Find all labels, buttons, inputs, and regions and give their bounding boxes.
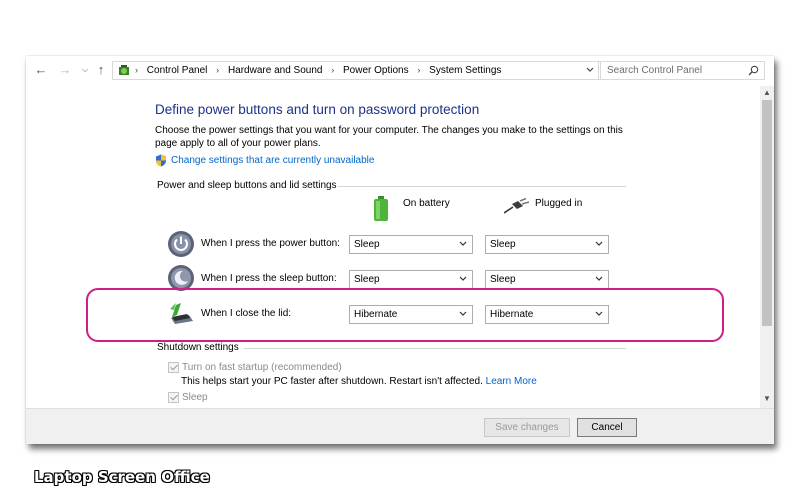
- breadcrumb[interactable]: › Control Panel › Hardware and Sound › P…: [112, 61, 600, 80]
- power-button-on-battery-select[interactable]: Sleep: [349, 235, 473, 254]
- power-button-plugged-in-select[interactable]: Sleep: [485, 235, 609, 254]
- breadcrumb-hardware-and-sound[interactable]: Hardware and Sound: [228, 65, 323, 76]
- breadcrumb-control-panel[interactable]: Control Panel: [147, 65, 208, 76]
- select-value: Sleep: [490, 274, 516, 285]
- chevron-down-icon[interactable]: [585, 65, 595, 75]
- control-panel-window: ← → ⌵ ↑ › Control Panel › Hardware and S…: [26, 56, 774, 444]
- battery-icon: [374, 196, 388, 221]
- save-changes-button[interactable]: Save changes: [484, 418, 570, 437]
- on-battery-header: On battery: [403, 198, 450, 209]
- lid-setting-highlight: [86, 288, 724, 342]
- power-button-label: When I press the power button:: [201, 238, 340, 249]
- change-settings-row: Change settings that are currently unava…: [155, 154, 374, 167]
- address-bar: ← → ⌵ ↑ › Control Panel › Hardware and S…: [26, 56, 774, 86]
- sleep-label: Sleep: [182, 392, 208, 403]
- main-content: Define power buttons and turn on passwor…: [26, 86, 760, 408]
- change-settings-link[interactable]: Change settings that are currently unava…: [171, 155, 374, 166]
- scroll-up-icon[interactable]: ▲: [762, 88, 772, 98]
- page-title: Define power buttons and turn on passwor…: [155, 102, 480, 117]
- fast-startup-label: Turn on fast startup (recommended): [182, 362, 342, 373]
- vertical-scrollbar[interactable]: ▲ ▼: [760, 86, 774, 408]
- select-value: Sleep: [354, 274, 380, 285]
- select-value: Sleep: [354, 239, 380, 250]
- footer-bar: Save changes Cancel: [26, 408, 774, 444]
- up-arrow-icon[interactable]: ↑: [94, 63, 108, 77]
- section-divider: [244, 348, 626, 349]
- section-divider: [338, 186, 626, 187]
- select-value: Sleep: [490, 239, 516, 250]
- power-button-icon: [168, 231, 194, 257]
- breadcrumb-separator-icon: ›: [417, 65, 421, 75]
- breadcrumb-system-settings[interactable]: System Settings: [429, 65, 501, 76]
- back-arrow-icon[interactable]: ←: [34, 63, 48, 77]
- scroll-down-icon[interactable]: ▼: [762, 394, 772, 404]
- forward-arrow-icon[interactable]: →: [58, 63, 72, 77]
- sleep-button-on-battery-select[interactable]: Sleep: [349, 270, 473, 289]
- fast-startup-desc-text: This helps start your PC faster after sh…: [181, 376, 483, 387]
- search-placeholder: Search Control Panel: [607, 65, 703, 76]
- fast-startup-checkbox[interactable]: [168, 362, 179, 373]
- shutdown-section-header: Shutdown settings: [157, 342, 239, 353]
- chevron-down-icon: [595, 276, 603, 281]
- control-panel-icon: [119, 65, 129, 75]
- chevron-down-icon: [595, 241, 603, 246]
- breadcrumb-separator-icon: ›: [216, 65, 220, 75]
- chevron-down-icon: [459, 241, 467, 246]
- scrollbar-thumb[interactable]: [762, 100, 772, 326]
- cancel-button[interactable]: Cancel: [577, 418, 637, 437]
- fast-startup-description: This helps start your PC faster after sh…: [181, 376, 537, 387]
- sleep-button-plugged-in-select[interactable]: Sleep: [485, 270, 609, 289]
- watermark-text: Laptop Screen Office: [34, 468, 210, 486]
- breadcrumb-separator-icon: ›: [135, 65, 138, 75]
- uac-shield-icon: [156, 154, 166, 167]
- power-section-header: Power and sleep buttons and lid settings: [157, 180, 337, 191]
- sleep-checkbox[interactable]: [168, 392, 179, 403]
- plug-icon: [504, 198, 530, 214]
- chevron-down-icon: [459, 276, 467, 281]
- search-icon[interactable]: [748, 65, 759, 76]
- sleep-button-label: When I press the sleep button:: [201, 273, 337, 284]
- learn-more-link[interactable]: Learn More: [486, 376, 537, 387]
- page-description: Choose the power settings that you want …: [155, 125, 623, 149]
- breadcrumb-power-options[interactable]: Power Options: [343, 65, 409, 76]
- search-input[interactable]: Search Control Panel: [600, 61, 765, 80]
- recent-locations-chevron-icon[interactable]: ⌵: [78, 63, 92, 77]
- breadcrumb-separator-icon: ›: [331, 65, 335, 75]
- plugged-in-header: Plugged in: [535, 198, 583, 209]
